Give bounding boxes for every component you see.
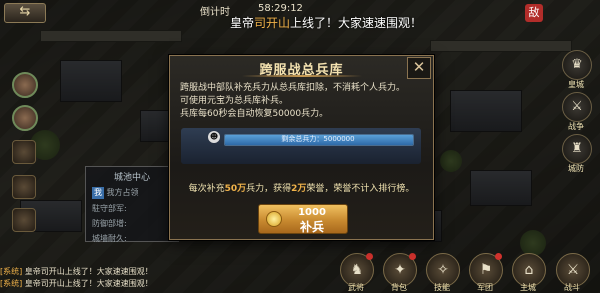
- chat-channel: [系统]: [0, 279, 23, 288]
- city-wall-label: 城墙耐久:: [92, 234, 127, 243]
- general-icon: ♞: [350, 262, 364, 278]
- own-tag: 我: [92, 187, 104, 199]
- note-honor-amount: 2万: [291, 184, 307, 194]
- note-part: 兵力，获得: [246, 184, 292, 194]
- note-troop-amount: 50万: [224, 184, 247, 194]
- nav-label: 军团: [477, 283, 493, 292]
- nav-label: 战斗: [564, 283, 580, 292]
- marquee-player-name: 司开山: [254, 16, 291, 30]
- right-menu-label: 城防: [568, 164, 584, 173]
- general-avatar[interactable]: [12, 105, 38, 131]
- countdown-label: 倒计时: [200, 7, 230, 18]
- general-avatar[interactable]: [12, 72, 38, 98]
- nav-label: 背包: [391, 283, 407, 292]
- chat-text: 皇帝司开山上线了！大家速速围观！: [24, 279, 153, 288]
- title-divider: [242, 75, 362, 77]
- nav-label: 主城: [520, 283, 536, 292]
- troop-pool-dialog: 跨服战总兵库 ✕ 跨服战中部队补充兵力从总兵库扣除，不消耗个人兵力。 可使用元宝…: [169, 55, 434, 240]
- city-owner: 我方占领: [106, 188, 139, 197]
- description-line: 跨服战中部队补充兵力从总兵库扣除，不消耗个人兵力。: [180, 83, 406, 93]
- marquee-suffix: 上线了！大家速速围观！: [290, 16, 423, 30]
- right-menu-label: 战争: [568, 122, 584, 131]
- tower-icon: ♜: [571, 141, 583, 156]
- back-arrow-icon: ⇆: [19, 4, 31, 19]
- nav-label: 武将: [348, 283, 364, 292]
- notification-dot: [366, 253, 373, 260]
- description-line: 可使用元宝为总兵库补兵。: [180, 96, 289, 106]
- refill-label: 补兵: [299, 220, 324, 234]
- announcement-marquee: 皇帝司开山上线了！大家速速围观！: [230, 14, 422, 31]
- notification-dot: [495, 253, 502, 260]
- troop-bar-area: ☻ 剩余总兵力：5000000: [181, 128, 421, 164]
- right-menu-imperial-button[interactable]: ♛: [562, 50, 592, 80]
- city-icon: ⌂: [524, 262, 534, 278]
- countdown-time: 58:29:12: [258, 3, 303, 14]
- top-bar: ⇆ 倒计时 58:29:12 皇帝司开山上线了！大家速速围观！ 敌: [0, 0, 600, 30]
- city-info-panel[interactable]: 城池中心 我 我方占领 駐守部军: 防御部增: 城墙耐久:: [85, 166, 179, 243]
- notification-dot: [409, 253, 416, 260]
- chat-line: [系统] 皇帝司开山上线了！大家速速围观！: [0, 278, 330, 290]
- chat-feed[interactable]: [系统] 皇帝司开山上线了！大家速速围观！ [系统] 皇帝司开山上线了！大家速速…: [0, 266, 330, 290]
- refill-troops-button[interactable]: 1000 补兵: [258, 204, 348, 234]
- close-button[interactable]: ✕: [407, 57, 431, 79]
- bag-icon: ✦: [394, 262, 406, 278]
- right-menu-defense-button[interactable]: ♜: [562, 134, 592, 164]
- right-menu-label: 皇城: [568, 80, 584, 89]
- dialog-description: 跨服战中部队补充兵力从总兵库扣除，不消耗个人兵力。 可使用元宝为总兵库补兵。 兵…: [180, 82, 426, 121]
- skill-icon: ✧: [437, 262, 449, 278]
- nav-label: 技能: [434, 283, 450, 292]
- back-button[interactable]: ⇆: [4, 3, 46, 23]
- crossed-swords-icon: ⚔: [571, 99, 583, 114]
- chat-line: [系统] 皇帝司开山上线了！大家速速围观！: [0, 266, 330, 278]
- enemy-badge[interactable]: 敌: [525, 4, 543, 22]
- soldier-icon: ☻: [208, 131, 220, 143]
- refill-note: 每次补充50万兵力，获得2万荣誉，荣誉不计入排行榜。: [170, 181, 433, 194]
- battle-icon: ⚔: [566, 262, 580, 278]
- note-part: 每次补充: [188, 184, 225, 194]
- chat-text: 皇帝司开山上线了！大家速速围观！: [24, 267, 153, 276]
- right-menu-war-button[interactable]: ⚔: [562, 92, 592, 122]
- marquee-prefix: 皇帝: [230, 16, 255, 30]
- close-icon: ✕: [412, 58, 426, 76]
- army-icon: ⚑: [479, 262, 493, 278]
- refill-cost: 1000: [298, 207, 326, 218]
- crown-icon: ♛: [571, 57, 583, 72]
- city-garrison-label: 駐守部军:: [92, 204, 127, 213]
- description-line: 兵库每60秒会自动恢复50000兵力。: [180, 109, 329, 119]
- troop-remaining-text: 剩余总兵力：5000000: [281, 135, 355, 143]
- side-menu-button[interactable]: [12, 140, 36, 164]
- city-panel-title: 城池中心: [113, 173, 150, 183]
- city-defense-label: 防御部增:: [92, 219, 127, 228]
- side-menu-button[interactable]: [12, 175, 36, 199]
- dialog-header: 跨服战总兵库 ✕: [170, 56, 433, 79]
- side-menu-button[interactable]: [12, 208, 36, 232]
- chat-channel: [系统]: [0, 267, 23, 276]
- note-part: 荣誉，荣誉不计入排行榜。: [306, 184, 415, 194]
- gold-coin-icon: [266, 211, 282, 227]
